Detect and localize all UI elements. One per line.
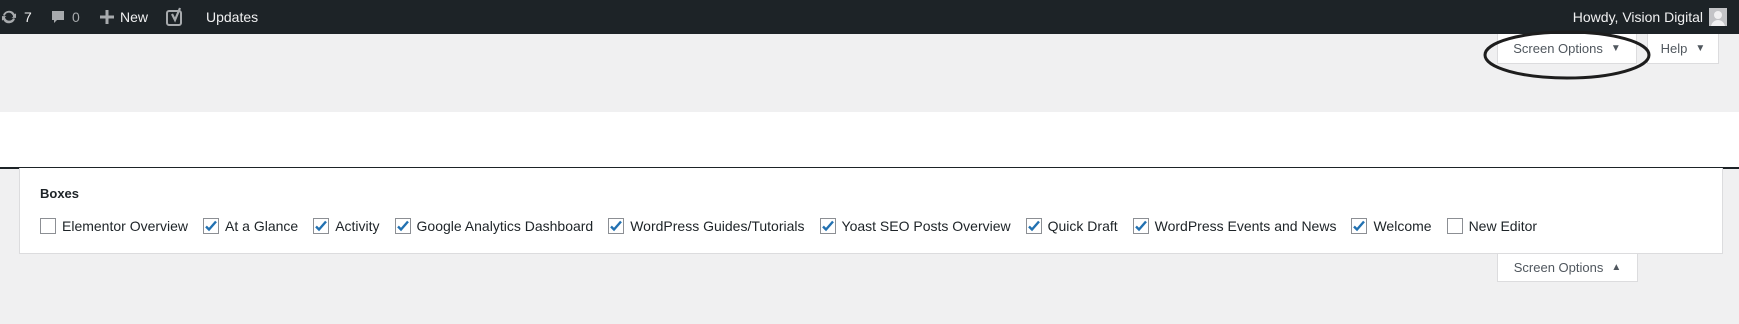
screen-options-toggle-button[interactable]: Screen Options ▲ [1497, 254, 1638, 282]
box-option[interactable]: At a Glance [203, 218, 298, 234]
box-option-label: At a Glance [225, 218, 299, 234]
caret-down-icon: ▼ [1610, 43, 1621, 54]
screen-options-button[interactable]: Screen Options ▼ [1497, 34, 1637, 64]
box-option[interactable]: Yoast SEO Posts Overview [819, 218, 1011, 234]
checkmark-icon [610, 220, 623, 232]
box-option-label: WordPress Guides/Tutorials [630, 218, 805, 234]
checkbox[interactable] [203, 218, 220, 234]
box-option-label: Elementor Overview [62, 218, 189, 234]
box-option-label: Activity [335, 218, 380, 234]
help-button[interactable]: Help ▼ [1647, 34, 1719, 64]
comments-count: 0 [72, 9, 80, 25]
box-option-label: WordPress Events and News [1154, 218, 1337, 234]
admin-bar: 7 0 New Updates Howdy, Vision Digital [0, 0, 1739, 34]
new-label: New [120, 9, 149, 25]
checkbox[interactable] [608, 218, 625, 234]
box-option[interactable]: Welcome [1351, 218, 1432, 234]
boxes-heading: Boxes [40, 186, 80, 201]
caret-up-icon: ▲ [1611, 262, 1622, 273]
refresh-icon [0, 8, 18, 26]
box-option-label: Quick Draft [1047, 218, 1118, 234]
checkbox[interactable] [394, 218, 411, 234]
checkmark-icon [821, 220, 834, 232]
yoast-menu[interactable] [166, 0, 184, 34]
updates-count: 7 [24, 9, 32, 25]
plus-icon [100, 10, 114, 24]
box-option[interactable]: Elementor Overview [40, 218, 188, 234]
box-option-label: Welcome [1373, 218, 1432, 234]
checkbox[interactable] [1446, 218, 1463, 234]
howdy-text: Howdy, Vision Digital [1572, 9, 1703, 25]
updates-menu[interactable]: 7 [0, 0, 32, 34]
caret-down-icon: ▼ [1695, 43, 1706, 54]
checkbox[interactable] [1025, 218, 1042, 234]
checkbox[interactable] [819, 218, 836, 234]
box-option[interactable]: New Editor [1446, 218, 1538, 234]
checkbox[interactable] [313, 218, 330, 234]
comment-bubble-icon [50, 9, 66, 25]
avatar [1709, 8, 1727, 26]
box-option-label: Yoast SEO Posts Overview [841, 218, 1011, 234]
box-option-label: New Editor [1468, 218, 1538, 234]
checkmark-icon [1027, 220, 1040, 232]
box-option[interactable]: Quick Draft [1025, 218, 1118, 234]
checkbox[interactable] [1132, 218, 1149, 234]
box-option-label: Google Analytics Dashboard [416, 218, 594, 234]
box-option[interactable]: WordPress Guides/Tutorials [608, 218, 805, 234]
checkbox[interactable] [1351, 218, 1368, 234]
updates-label: Updates [206, 9, 259, 25]
boxes-options: Elementor Overview At a Glance Activity Goo… [40, 218, 1552, 234]
box-option[interactable]: WordPress Events and News [1132, 218, 1337, 234]
checkmark-icon [315, 220, 328, 232]
screen-options-label: Screen Options [1513, 41, 1603, 56]
box-option[interactable]: Activity [313, 218, 380, 234]
checkmark-icon [396, 220, 409, 232]
box-option[interactable]: Google Analytics Dashboard [394, 218, 594, 234]
yoast-logo-icon [166, 7, 184, 27]
checkmark-icon [205, 220, 217, 232]
checkmark-icon [1353, 220, 1366, 232]
new-content-menu[interactable]: New [100, 0, 148, 34]
screen-options-panel: Boxes Elementor Overview At a Glance Activ… [19, 168, 1723, 254]
help-label: Help [1660, 41, 1688, 56]
checkbox[interactable] [40, 218, 56, 234]
comments-menu[interactable]: 0 [50, 0, 80, 34]
screen-options-bottom-label: Screen Options [1513, 260, 1604, 275]
account-menu[interactable]: Howdy, Vision Digital [1573, 0, 1727, 34]
content-band [0, 112, 1739, 168]
checkmark-icon [1134, 220, 1147, 232]
updates-link[interactable]: Updates [206, 0, 258, 34]
